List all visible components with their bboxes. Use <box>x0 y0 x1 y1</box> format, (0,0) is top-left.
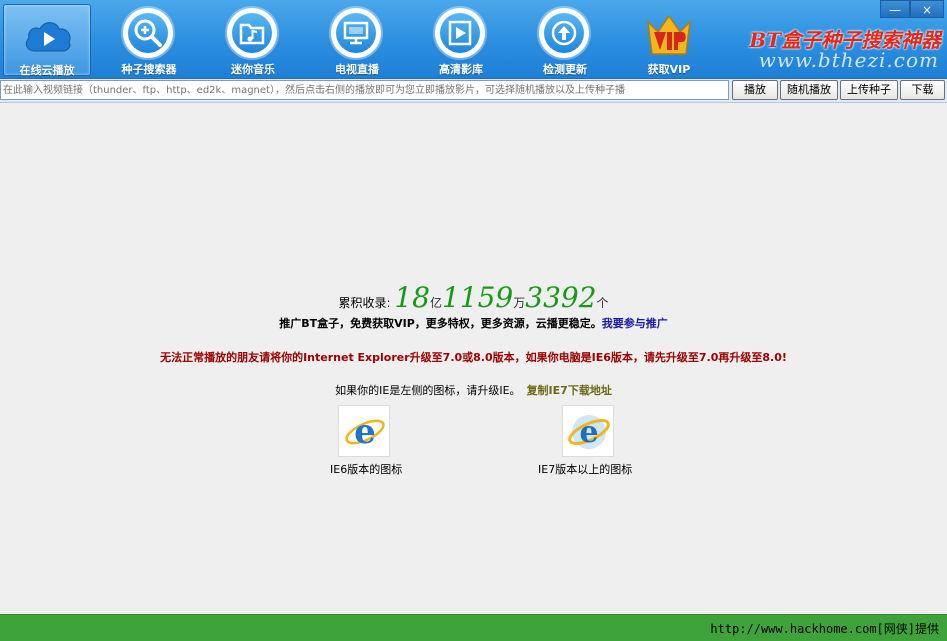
promo-line: 推广BT盒子，免费获取VIP，更多特权，更多资源，云播更稳定。我要参与推广 <box>0 315 947 331</box>
nav-label: 高清影库 <box>439 63 483 76</box>
main-content: 累积收录: 18亿1159万3392个 推广BT盒子，免费获取VIP，更多特权，… <box>0 103 947 613</box>
cloud-play-icon <box>25 22 71 52</box>
brand-url: www.bthezi.com <box>758 48 939 72</box>
count-yi: 18 <box>394 281 430 314</box>
nav-label: 在线云播放 <box>19 64 75 77</box>
copy-ie7-link[interactable]: 复制IE7下载地址 <box>527 384 612 397</box>
promo-link[interactable]: 我要参与推广 <box>602 317 668 330</box>
count-ge: 3392 <box>525 281 597 314</box>
status-footer: http://www.hackhome.com[网侠]提供 <box>0 614 947 641</box>
nav-mini-music[interactable]: 迷你音乐 <box>209 4 297 76</box>
ie6-caption: IE6版本的图标 <box>330 463 403 476</box>
download-button[interactable]: 下载 <box>900 80 945 100</box>
url-toolbar: 播放 随机播放 上传种子 下载 <box>0 79 947 103</box>
ie-warning: 无法正常播放的朋友请将你的Internet Explorer升级至7.0或8.0… <box>160 351 787 364</box>
nav-seed-search[interactable]: 种子搜索器 <box>105 4 193 76</box>
ie7-caption: IE7版本以上的图标 <box>538 463 633 476</box>
ie6-icon: e <box>338 405 390 457</box>
nav-label: 获取VIP <box>647 63 691 76</box>
nav-get-vip[interactable]: 获取VIP <box>625 4 713 76</box>
play-button[interactable]: 播放 <box>732 80 778 100</box>
minimize-button[interactable]: — <box>880 0 910 18</box>
nav-label: 迷你音乐 <box>231 63 275 76</box>
nav-hd-library[interactable]: 高清影库 <box>417 4 505 76</box>
unit-wan: 万 <box>513 296 526 310</box>
monitor-icon <box>331 8 381 58</box>
nav-label: 电视直播 <box>335 63 379 76</box>
ie-upgrade-note: 如果你的IE是左侧的图标，请升级IE。 复制IE7下载地址 <box>0 382 947 398</box>
total-count: 累积收录: 18亿1159万3392个 <box>0 281 947 314</box>
svg-text:e: e <box>579 415 598 450</box>
count-prefix: 累积收录: <box>338 296 391 310</box>
upload-seed-button[interactable]: 上传种子 <box>840 80 898 100</box>
video-url-input[interactable] <box>0 80 729 100</box>
count-wan: 1159 <box>441 281 514 314</box>
unit-yi: 亿 <box>429 296 442 310</box>
nav-label: 种子搜索器 <box>121 63 177 76</box>
search-icon <box>123 8 173 58</box>
unit-ge: 个 <box>596 296 609 310</box>
random-play-button[interactable]: 随机播放 <box>780 80 838 100</box>
music-folder-icon <box>227 8 277 58</box>
nav-tv-live[interactable]: 电视直播 <box>313 4 401 76</box>
video-play-icon <box>435 8 485 58</box>
app-header: 在线云播放 种子搜索器 迷你音乐 电视直播 高清影库 检测更新 获取VIP BT… <box>0 0 947 79</box>
nav-check-update[interactable]: 检测更新 <box>521 4 609 76</box>
upload-arrow-icon <box>539 8 589 58</box>
nav-cloud-play[interactable]: 在线云播放 <box>3 4 91 77</box>
ie7-icon: e <box>562 405 614 457</box>
vip-badge-icon <box>646 14 692 55</box>
nav-label: 检测更新 <box>543 63 587 76</box>
close-button[interactable]: × <box>910 0 944 18</box>
svg-text:e: e <box>354 412 376 452</box>
ie-note-text: 如果你的IE是左侧的图标，请升级IE。 <box>335 384 521 397</box>
footer-credit: http://www.hackhome.com[网侠]提供 <box>710 622 939 636</box>
promo-text: 推广BT盒子，免费获取VIP，更多特权，更多资源，云播更稳定。 <box>279 317 602 330</box>
